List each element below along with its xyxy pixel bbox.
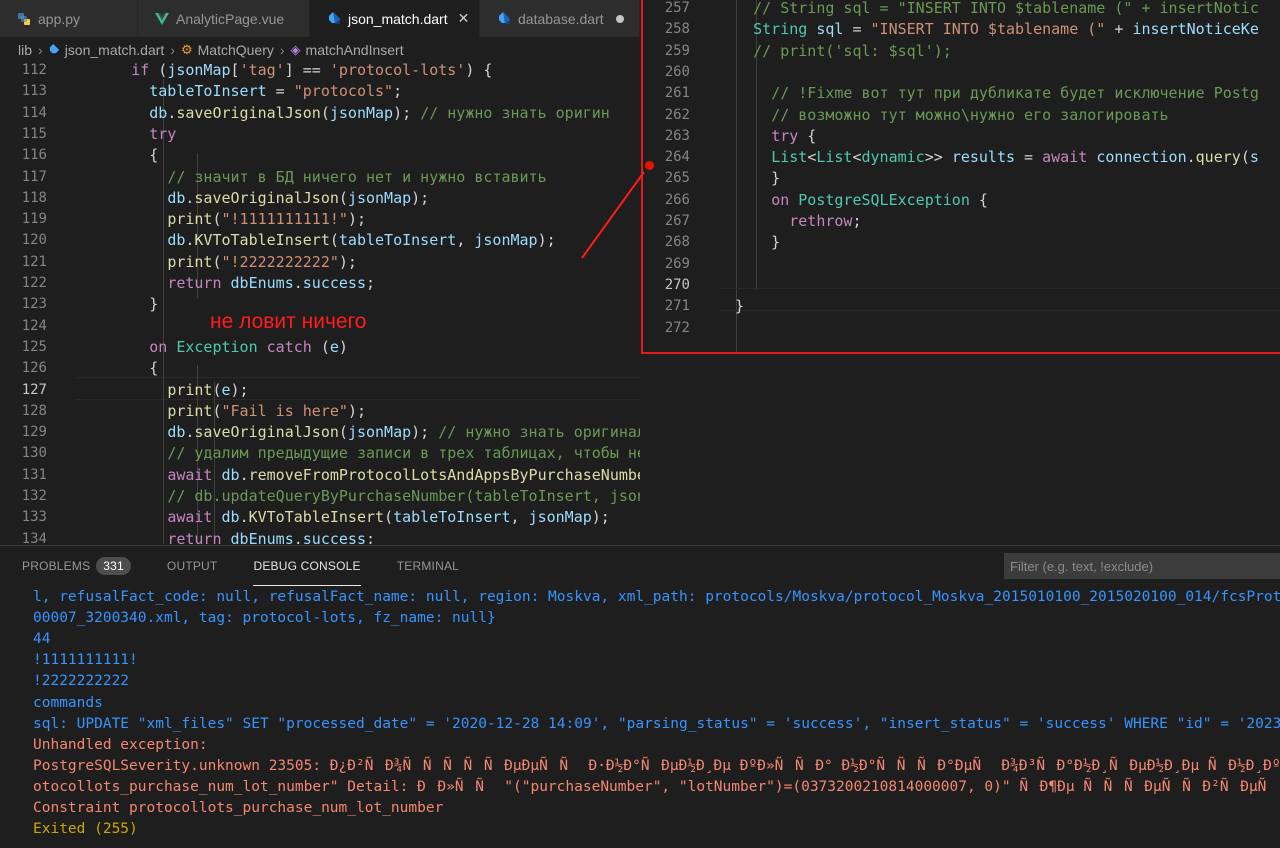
filter-input[interactable]: Filter (e.g. text, !exclude) (1004, 553, 1280, 579)
console-line: l, refusalFact_code: null, refusalFact_n… (33, 589, 1280, 605)
console-line: Unhandled exception: (33, 736, 208, 753)
tab-label: OUTPUT (166, 559, 218, 573)
tab-problems[interactable]: PROBLEMS 331 (22, 546, 131, 586)
console-line: otocollots_purchase_num_lot_number" Deta… (33, 778, 1280, 795)
annotation-text: не ловит ничего (210, 310, 367, 333)
tab-output[interactable]: OUTPUT (167, 546, 218, 586)
console-line: !2222222222 (33, 673, 130, 690)
console-line: 44 (33, 631, 51, 648)
problems-count-badge: 331 (96, 557, 131, 575)
tab-terminal[interactable]: TERMINAL (397, 546, 459, 586)
tab-label: DEBUG CONSOLE (253, 558, 361, 573)
console-line: !1111111111! (33, 652, 138, 669)
console-line: commands (33, 694, 103, 711)
tab-debug-console[interactable]: DEBUG CONSOLE (253, 546, 361, 586)
console-line: Exited (255) (33, 821, 138, 838)
console-line: PostgreSQLSeverity.unknown 23505: Ð¿Ð²Ñ… (33, 757, 1280, 774)
console-line: 00007_3200340.xml, tag: protocol-lots, f… (33, 610, 496, 627)
console-line: Constraint protocollots_purchase_num_lot… (33, 800, 444, 816)
panel-tab-bar: PROBLEMS 331 OUTPUT DEBUG CONSOLE TERMIN… (0, 546, 473, 586)
tab-label: TERMINAL (396, 559, 460, 573)
tab-label: PROBLEMS (22, 559, 91, 573)
console-line: sql: UPDATE "xml_files" SET "processed_d… (33, 715, 1280, 732)
bottom-panel: PROBLEMS 331 OUTPUT DEBUG CONSOLE TERMIN… (0, 545, 1280, 848)
